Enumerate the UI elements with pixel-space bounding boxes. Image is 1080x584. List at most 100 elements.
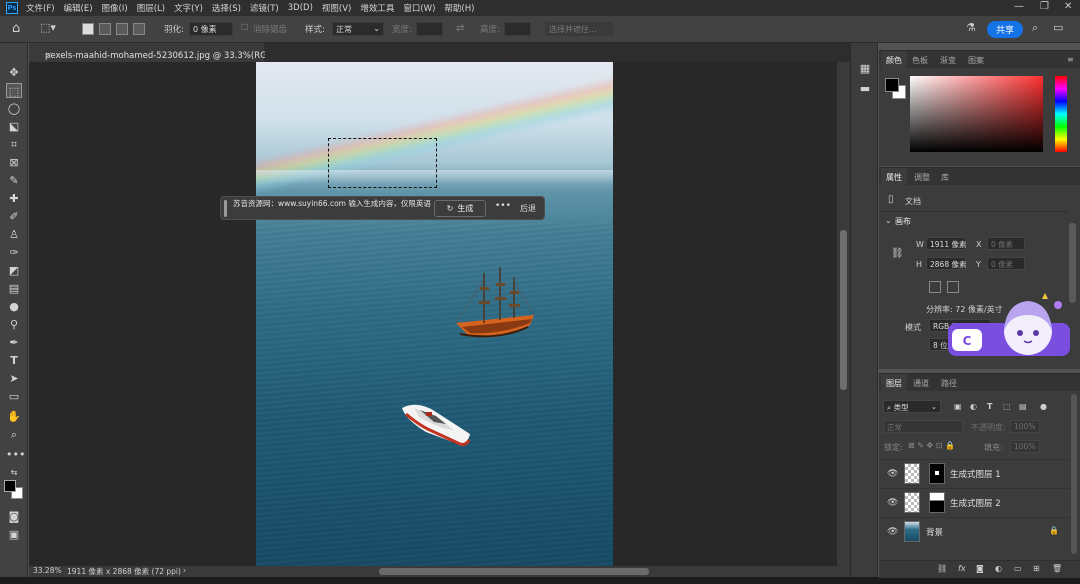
- foreground-swatch[interactable]: [885, 78, 899, 92]
- zoom-tool-icon[interactable]: ⌕: [6, 427, 22, 442]
- tab-libraries[interactable]: 库: [941, 172, 949, 183]
- flask-icon[interactable]: ⚗: [966, 21, 976, 34]
- fx-icon[interactable]: fx: [958, 564, 966, 573]
- adjustment-layer-icon[interactable]: ◐: [995, 564, 1002, 573]
- tab-adjustments[interactable]: 调整: [914, 172, 930, 183]
- healing-brush-tool-icon[interactable]: ✚: [6, 191, 22, 206]
- visibility-eye-icon[interactable]: 👁: [887, 469, 898, 479]
- clone-stamp-tool-icon[interactable]: ♙: [6, 227, 22, 242]
- canvas-y-input[interactable]: 0 像素: [987, 257, 1025, 270]
- subtract-selection-icon[interactable]: [116, 23, 128, 35]
- eraser-tool-icon[interactable]: ◩: [6, 263, 22, 278]
- feather-input[interactable]: 0 像素: [189, 22, 233, 36]
- blur-tool-icon[interactable]: ●: [6, 299, 22, 314]
- layer-row[interactable]: 👁 生成式图层 1: [879, 459, 1080, 487]
- menu-edit[interactable]: 编辑(E): [64, 2, 93, 14]
- lock-icons[interactable]: ⊠ ✎ ✥ ⊡ 🔒: [908, 441, 955, 450]
- layer-filter-select[interactable]: ⌕ 类型 ⌄: [883, 400, 941, 413]
- swap-icon[interactable]: ⇄: [456, 23, 464, 34]
- width-input[interactable]: [416, 22, 443, 36]
- zoom-level[interactable]: 33.28%: [33, 566, 62, 575]
- add-mask-icon[interactable]: ◙: [976, 564, 984, 573]
- menu-filter[interactable]: 滤镜(T): [250, 2, 279, 14]
- menu-select[interactable]: 选择(S): [212, 2, 241, 14]
- lock-icon[interactable]: 🔒: [1049, 526, 1059, 535]
- swap-colors-icon[interactable]: ⇆: [6, 465, 22, 480]
- panel-menu-icon[interactable]: ≡: [1067, 55, 1074, 64]
- back-button[interactable]: 后退: [520, 203, 536, 214]
- menu-file[interactable]: 文件(F): [26, 2, 55, 14]
- marquee-selection[interactable]: [328, 138, 437, 188]
- eyedropper-tool-icon[interactable]: ✎: [6, 173, 22, 188]
- fill-input[interactable]: 100%: [1010, 440, 1040, 453]
- landscape-orientation-icon[interactable]: [947, 281, 959, 293]
- layer-name[interactable]: 背景: [926, 526, 943, 538]
- crop-tool-icon[interactable]: ⌗: [6, 137, 22, 152]
- generate-button[interactable]: ↻ 生成: [434, 200, 486, 217]
- marquee-preset-icon[interactable]: ⬚▾: [40, 21, 56, 34]
- color-picker-field[interactable]: [910, 76, 1043, 152]
- rectangle-tool-icon[interactable]: ▭: [6, 389, 22, 404]
- layer-row[interactable]: 👁 背景 🔒: [879, 517, 1080, 545]
- brush-tool-icon[interactable]: ✐: [6, 209, 22, 224]
- share-button[interactable]: 共享: [987, 21, 1023, 38]
- filter-smart-object-icon[interactable]: ▤: [1019, 402, 1027, 411]
- menu-image[interactable]: 图像(I): [102, 2, 128, 14]
- filter-adjustment-icon[interactable]: ◐: [970, 402, 977, 411]
- tab-channels[interactable]: 通道: [913, 378, 929, 389]
- portrait-orientation-icon[interactable]: [929, 281, 941, 293]
- tab-color[interactable]: 颜色: [886, 55, 902, 66]
- document-tab[interactable]: pexels-maahid-mohamed-5230612.jpg @ 33.3…: [29, 43, 291, 62]
- link-icon[interactable]: ⛓: [891, 248, 904, 259]
- layer-row[interactable]: 👁 生成式图层 2: [879, 488, 1080, 516]
- drag-handle[interactable]: [224, 200, 227, 217]
- path-selection-tool-icon[interactable]: ➤: [6, 371, 22, 386]
- edit-toolbar-icon[interactable]: •••: [6, 447, 25, 462]
- object-selection-tool-icon[interactable]: ⬕: [6, 119, 22, 134]
- close-tab-icon[interactable]: ×: [45, 51, 52, 61]
- hue-slider[interactable]: [1055, 76, 1067, 152]
- new-selection-icon[interactable]: [82, 23, 94, 35]
- minimize-icon[interactable]: —: [1014, 1, 1024, 12]
- filter-type-icon[interactable]: T: [987, 402, 992, 411]
- blend-mode-select[interactable]: 正常: [883, 420, 963, 433]
- canvas-height-input[interactable]: 2868 像素: [926, 257, 966, 270]
- menu-help[interactable]: 帮助(H): [444, 2, 474, 14]
- tab-gradients[interactable]: 渐变: [940, 55, 956, 66]
- tab-properties[interactable]: 属性: [886, 172, 902, 183]
- style-select[interactable]: 正常 ⌄: [332, 22, 384, 36]
- visibility-eye-icon[interactable]: 👁: [887, 527, 898, 537]
- add-selection-icon[interactable]: [99, 23, 111, 35]
- document-info[interactable]: 1911 像素 x 2868 像素 (72 ppi): [67, 566, 181, 577]
- antialias-checkbox[interactable]: ☐: [241, 23, 249, 33]
- history-panel-icon[interactable]: ▦: [857, 61, 873, 76]
- canvas-width-input[interactable]: 1911 像素: [926, 237, 966, 250]
- opacity-input[interactable]: 100%: [1010, 420, 1040, 433]
- rectangular-marquee-tool-icon[interactable]: ⬚: [6, 83, 22, 98]
- group-icon[interactable]: ▭: [1014, 564, 1022, 573]
- search-icon[interactable]: ⌕: [1032, 21, 1038, 35]
- menu-type[interactable]: 文字(Y): [174, 2, 203, 14]
- canvas-section-chevron-icon[interactable]: ⌄: [885, 216, 892, 225]
- lasso-tool-icon[interactable]: ◯: [6, 101, 22, 116]
- history-brush-tool-icon[interactable]: ✑: [6, 245, 22, 260]
- gradient-tool-icon[interactable]: ▤: [6, 281, 22, 296]
- dodge-tool-icon[interactable]: ⚲: [6, 317, 22, 332]
- foreground-color-swatch[interactable]: [4, 480, 16, 492]
- move-tool-icon[interactable]: ✥: [6, 65, 22, 80]
- filter-shape-icon[interactable]: ⬚: [1003, 402, 1011, 411]
- vertical-scrollbar-thumb[interactable]: [840, 230, 847, 390]
- quick-mask-icon[interactable]: ◙: [6, 509, 22, 524]
- pen-tool-icon[interactable]: ✒: [6, 335, 22, 350]
- menu-layer[interactable]: 图层(L): [137, 2, 165, 14]
- home-icon[interactable]: ⌂: [12, 21, 20, 36]
- select-and-mask-button[interactable]: 选择并遮住...: [545, 22, 613, 36]
- comments-panel-icon[interactable]: ▬: [857, 81, 873, 96]
- properties-scrollbar[interactable]: [1069, 223, 1076, 303]
- canvas-x-input[interactable]: 0 像素: [987, 237, 1025, 250]
- workspace-icon[interactable]: ▭: [1053, 21, 1063, 34]
- frame-tool-icon[interactable]: ⊠: [6, 155, 22, 170]
- horizontal-scrollbar-thumb[interactable]: [379, 568, 649, 575]
- link-layers-icon[interactable]: ⛓: [937, 564, 947, 573]
- visibility-eye-icon[interactable]: 👁: [887, 498, 898, 508]
